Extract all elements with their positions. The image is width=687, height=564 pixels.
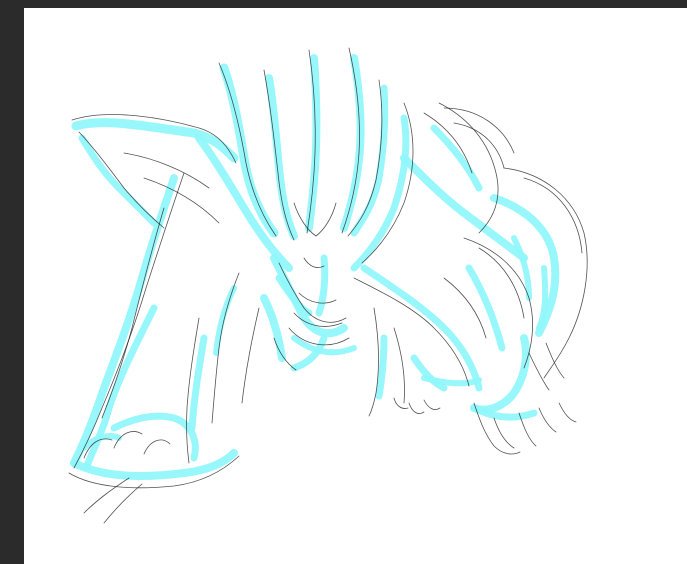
ink-line-layer	[68, 47, 588, 524]
drawing-app-window	[0, 0, 687, 564]
left-tool-panel[interactable]	[0, 0, 24, 564]
top-toolbar-strip	[0, 0, 687, 8]
sketch-artwork	[68, 47, 588, 524]
drawing-canvas[interactable]	[24, 8, 687, 564]
